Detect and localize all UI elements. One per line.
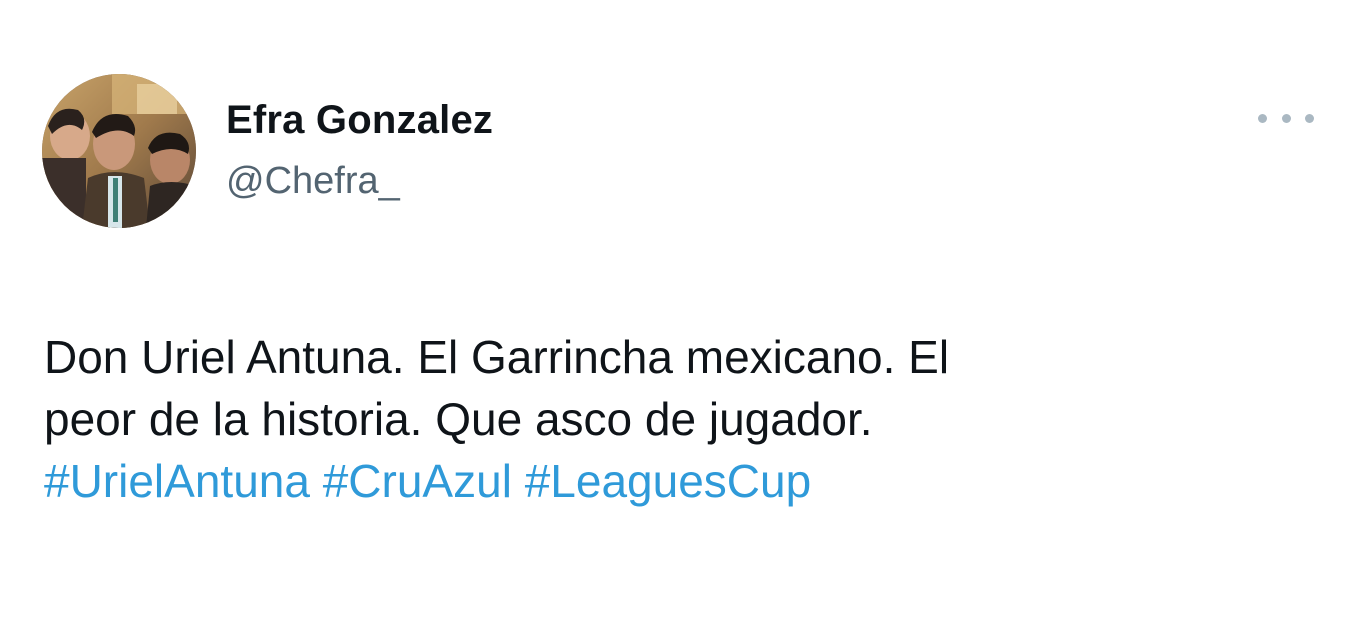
ellipsis-icon-dot [1258,113,1267,123]
tweet-text: Don Uriel Antuna. El Garrincha mexicano.… [44,326,1304,512]
avatar-photo [42,74,196,228]
hashtag-link[interactable]: #CruAzul [323,455,512,507]
hashtag-link[interactable]: #LeaguesCup [525,455,811,507]
ellipsis-icon-dot [1281,113,1291,123]
hashtag-link[interactable]: #UrielAntuna [44,455,310,507]
hashtag-list: #UrielAntuna #CruAzul #LeaguesCup [44,450,1304,512]
display-name[interactable]: Efra Gonzalez [226,96,493,144]
ellipsis-icon-dot [1305,113,1314,123]
user-info: Efra Gonzalez @Chefra_ [226,96,493,204]
tweet-card: Efra Gonzalez @Chefra_ Don Uriel Antuna.… [0,0,1359,620]
avatar[interactable] [42,74,196,228]
tweet-text-line: peor de la historia. Que asco de jugador… [44,393,873,445]
tweet-text-line: Don Uriel Antuna. El Garrincha mexicano.… [44,331,950,383]
more-options-button[interactable] [1258,108,1314,128]
user-handle[interactable]: @Chefra_ [226,158,493,204]
